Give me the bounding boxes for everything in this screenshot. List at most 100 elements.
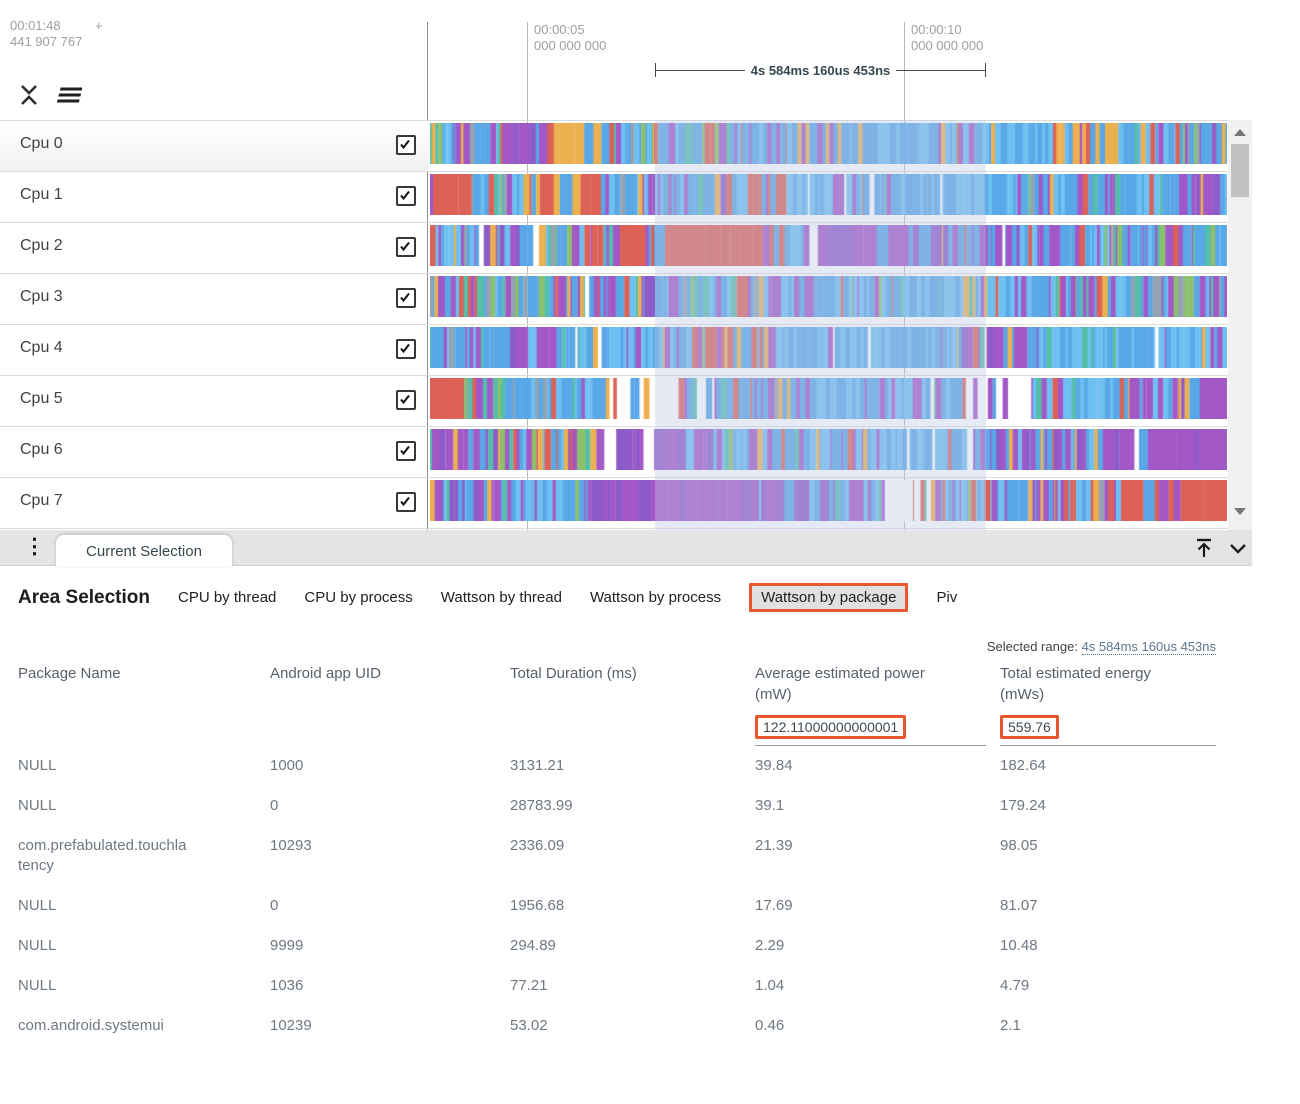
tab-wattson-by-process[interactable]: Wattson by process [590,589,721,606]
summary-avg-power-value: 122.11000000000001 [755,715,906,739]
cpu-track-canvas[interactable] [430,174,1227,215]
cpu-row-label-panel: Cpu 0 [0,121,429,171]
cpu-visible-checkbox[interactable] [396,186,416,206]
cell-total-energy: 2.1 [1000,1006,1216,1046]
cell-android-app-uid: 0 [270,786,510,826]
cell-average-power: 0.46 [755,1006,1000,1046]
cpu-track-canvas[interactable] [430,225,1227,266]
selection-duration-label: 4s 584ms 160us 453ns [745,63,897,78]
cell-total-energy: 10.48 [1000,926,1216,966]
collapse-panel-chevron-icon[interactable] [1226,536,1250,560]
cell-package-name: NULL [18,746,187,786]
cell-total-duration: 2336.09 [510,826,755,886]
selected-range-label: Selected range: [987,639,1078,654]
cell-total-duration: 294.89 [510,926,755,966]
cell-average-power: 2.29 [755,926,1000,966]
cell-package-name: NULL [18,966,187,1006]
cell-package-name: NULL [18,886,187,926]
wattson-package-table: Package Name Android app UID Total Durat… [18,663,1216,1046]
ruler-tick-label-10s: 00:00:10000 000 000 [911,22,983,54]
tab-cpu-by-thread[interactable]: CPU by thread [178,589,276,606]
selected-range: Selected range: 4s 584ms 160us 453ns [987,639,1216,654]
cpu-visible-checkbox[interactable] [396,135,416,155]
panel-menu-icon[interactable]: ⋮ [24,534,45,560]
cpu-track-label[interactable]: Cpu 2 [20,237,63,255]
cpu-track-label[interactable]: Cpu 6 [20,441,63,459]
scrollbar-thumb[interactable] [1231,144,1249,197]
cell-android-app-uid: 10293 [270,826,510,886]
selected-range-link[interactable]: 4s 584ms 160us 453ns [1082,639,1216,655]
cpu-visible-checkbox[interactable] [396,441,416,461]
cpu-track-label[interactable]: Cpu 5 [20,390,63,408]
column-header-average-power[interactable]: Average estimated power (mW) [755,663,1000,705]
cpu-track-canvas[interactable] [430,123,1227,164]
column-header-total-energy[interactable]: Total estimated energy (mWs) [1000,663,1216,705]
cell-total-duration: 1956.68 [510,886,755,926]
column-header-total-duration[interactable]: Total Duration (ms) [510,663,755,705]
cell-total-duration: 53.02 [510,1006,755,1046]
cpu-row: Cpu 5 [0,376,1252,427]
plus-offset-label: + [95,18,103,34]
cpu-visible-checkbox[interactable] [396,390,416,410]
cpu-track-label[interactable]: Cpu 0 [20,135,63,153]
cpu-row: Cpu 1 [0,172,1252,223]
tab-current-selection[interactable]: Current Selection [56,535,232,567]
cpu-row-label-panel: Cpu 6 [0,427,429,477]
summary-empty-cell [270,715,510,746]
cell-total-energy: 182.64 [1000,746,1216,786]
cpu-row: Cpu 6 [0,427,1252,478]
panel-title: Area Selection [18,587,150,609]
cpu-track-label[interactable]: Cpu 3 [20,288,63,306]
cpu-track-label[interactable]: Cpu 4 [20,339,63,357]
tab-cpu-by-process[interactable]: CPU by process [304,589,412,606]
cell-total-energy: 81.07 [1000,886,1216,926]
cpu-visible-checkbox[interactable] [396,237,416,257]
scroll-up-icon[interactable] [1234,129,1246,136]
tab-wattson-by-thread[interactable]: Wattson by thread [441,589,562,606]
cell-package-name: com.android.systemui [18,1006,187,1046]
track-rows: Cpu 0 Cpu 1 Cpu 2 Cpu 3 Cpu 4 Cpu 5 Cpu 6 Cpu 7 [0,120,1252,531]
cell-total-energy: 98.05 [1000,826,1216,886]
cpu-row-label-panel: Cpu 5 [0,376,429,426]
cell-package-name: NULL [18,786,187,826]
cell-average-power: 1.04 [755,966,1000,1006]
cpu-track-canvas[interactable] [430,429,1227,470]
cpu-row: Cpu 0 [0,121,1252,172]
cpu-track-canvas[interactable] [430,480,1227,521]
cpu-track-label[interactable]: Cpu 7 [20,492,63,510]
cpu-track-canvas[interactable] [430,327,1227,368]
cell-total-energy: 4.79 [1000,966,1216,1006]
cell-total-duration: 28783.99 [510,786,755,826]
column-header-package-name[interactable]: Package Name [18,663,270,705]
bottom-panel-tabbar: ⋮ Current Selection [0,530,1252,566]
summary-empty-cell [18,715,270,746]
cpu-visible-checkbox[interactable] [396,288,416,308]
ruler-tick-label-5s: 00:00:05000 000 000 [534,22,606,54]
cpu-track-canvas[interactable] [430,378,1227,419]
cell-package-name: NULL [18,926,187,966]
cpu-row-label-panel: Cpu 7 [0,478,429,528]
collapse-all-tracks-icon[interactable] [16,82,42,108]
cell-average-power: 39.1 [755,786,1000,826]
cpu-row: Cpu 4 [0,325,1252,376]
cpu-visible-checkbox[interactable] [396,339,416,359]
cpu-visible-checkbox[interactable] [396,492,416,512]
cpu-track-canvas[interactable] [430,276,1227,317]
dock-to-top-icon[interactable] [1192,536,1216,560]
scroll-down-icon[interactable] [1234,508,1246,515]
cpu-row: Cpu 3 [0,274,1252,325]
track-filter-icon[interactable] [52,82,78,108]
cpu-row-label-panel: Cpu 3 [0,274,429,324]
tab-wattson-by-package[interactable]: Wattson by package [749,583,908,612]
viewport-origin-timestamp: 00:01:48+441 907 767 [10,18,82,50]
summary-total-energy-cell: 559.76 [1000,715,1216,746]
cpu-track-label[interactable]: Cpu 1 [20,186,63,204]
track-scrollbar[interactable] [1228,120,1252,530]
column-header-android-app-uid[interactable]: Android app UID [270,663,510,705]
cell-android-app-uid: 10239 [270,1006,510,1046]
cell-total-duration: 3131.21 [510,746,755,786]
tab-pivot-table-clipped[interactable]: Piv [936,589,957,606]
cell-average-power: 17.69 [755,886,1000,926]
cell-average-power: 39.84 [755,746,1000,786]
cpu-row-label-panel: Cpu 1 [0,172,429,222]
